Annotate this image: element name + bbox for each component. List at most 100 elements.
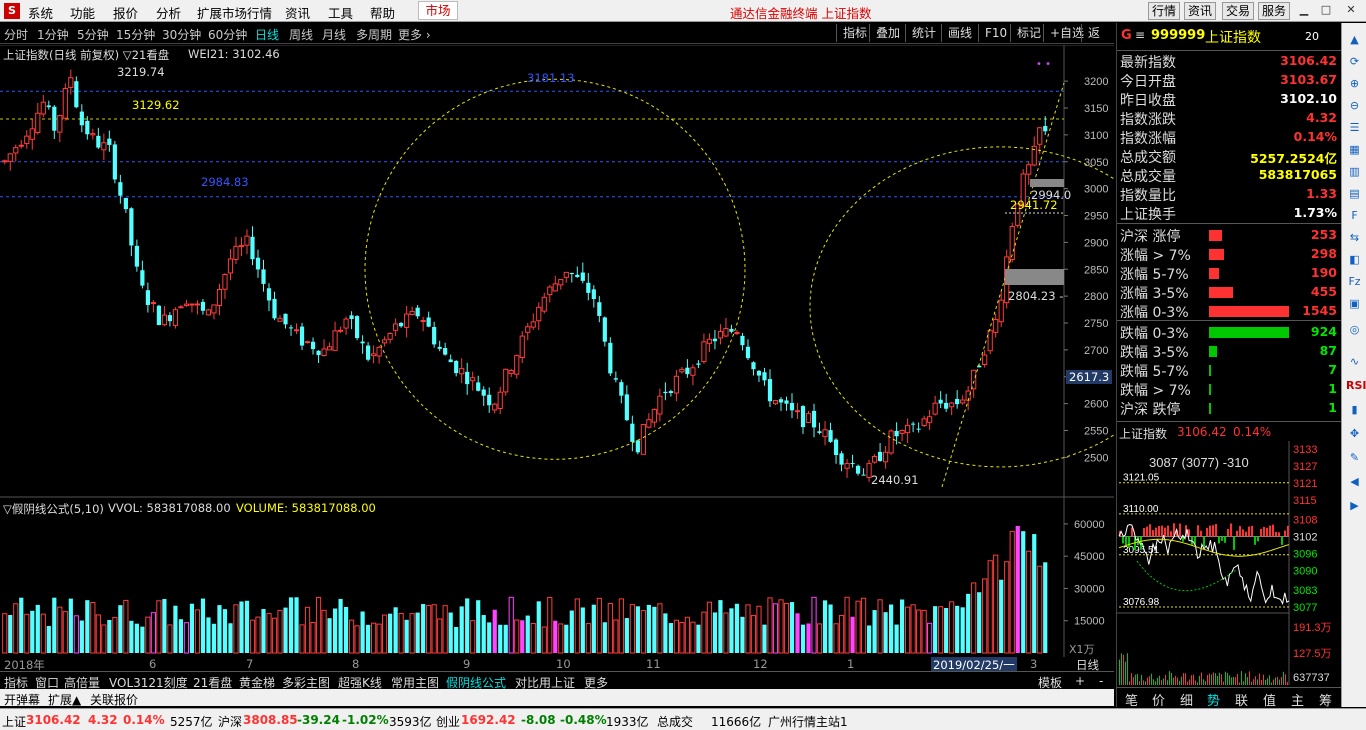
- grid-icon[interactable]: ▦: [1346, 141, 1363, 158]
- tab-chips[interactable]: 筹: [1319, 690, 1332, 709]
- service-mode-button[interactable]: 服务: [1258, 2, 1290, 20]
- g-icon: G: [1121, 28, 1132, 43]
- volume-bar: [916, 609, 922, 654]
- layout-icon[interactable]: ▣: [1346, 295, 1363, 312]
- volume-bar: [866, 625, 872, 653]
- arrow-right-icon[interactable]: ▶: [1346, 497, 1363, 514]
- mini-flow-bar: [1260, 528, 1262, 537]
- trade-mode-button[interactable]: 交易: [1222, 2, 1254, 20]
- arrow-up-icon[interactable]: ▲: [1346, 31, 1363, 48]
- tool-f10[interactable]: F10: [978, 24, 1013, 42]
- tab-trend[interactable]: 势: [1207, 690, 1220, 709]
- mini-flow-bar: [1284, 530, 1286, 537]
- period-weekly[interactable]: 周线: [289, 26, 313, 43]
- vol-icon[interactable]: ▮: [1346, 401, 1363, 418]
- period-monthly[interactable]: 月线: [322, 26, 346, 43]
- tab-linked[interactable]: 联: [1235, 690, 1248, 709]
- pencil-icon[interactable]: ✎: [1346, 449, 1363, 466]
- volume-bar: [800, 624, 806, 653]
- period-60min[interactable]: 60分钟: [208, 26, 247, 43]
- mini-intraday-chart[interactable]: 上证指数 3106.42 0.14% 3133 3127 3121 3115 3108 3…: [1117, 423, 1341, 685]
- tool-overlay[interactable]: 叠加: [869, 24, 906, 42]
- zoom-in-icon[interactable]: ⊕: [1346, 75, 1363, 92]
- danmaku-button[interactable]: 开弹幕: [4, 691, 40, 708]
- mini-flow-bar: [1266, 527, 1268, 537]
- candle-body: [244, 235, 250, 246]
- menu-analysis[interactable]: 分析: [156, 3, 181, 22]
- menu-news[interactable]: 资讯: [285, 3, 310, 22]
- tool-draw-line[interactable]: 画线: [941, 24, 978, 42]
- volume-bar: [723, 612, 729, 654]
- zoom-out-icon[interactable]: ⊖: [1346, 97, 1363, 114]
- volume-bar: [872, 610, 877, 653]
- menu-help[interactable]: 帮助: [370, 3, 395, 22]
- candle-body: [426, 317, 431, 327]
- menu-icon[interactable]: ≡: [1135, 28, 1145, 42]
- tool-mark[interactable]: 标记: [1010, 24, 1047, 42]
- expand-button[interactable]: 扩展▲: [48, 691, 81, 708]
- tool-back[interactable]: 返回: [1081, 24, 1114, 58]
- bar-chart-icon[interactable]: ▤: [1346, 185, 1363, 202]
- arrow-left-icon[interactable]: ◀: [1346, 473, 1363, 490]
- move-icon[interactable]: ✥: [1346, 425, 1363, 442]
- wave-icon[interactable]: ∿: [1346, 353, 1363, 370]
- volume-bar: [95, 614, 101, 654]
- refresh-icon[interactable]: ⟳: [1346, 53, 1363, 70]
- kline-chart[interactable]: 3200 3150 3100 3050 3000 2950 2900 2850 2800 2750…: [0, 45, 1114, 657]
- candle-body: [916, 428, 921, 430]
- close-icon[interactable]: ✕: [1343, 2, 1359, 18]
- search-icon[interactable]: ◎: [1346, 321, 1363, 338]
- candle-body: [944, 402, 949, 409]
- volume-bar: [569, 610, 574, 653]
- low-label: 2440.91: [871, 473, 919, 487]
- kline-icon[interactable]: ▥: [1346, 163, 1363, 180]
- market-button[interactable]: 市场: [418, 1, 458, 20]
- mini-vol-bar: [1183, 673, 1184, 685]
- menu-system[interactable]: 系统: [28, 3, 53, 22]
- period-intraday[interactable]: 分时: [4, 26, 28, 43]
- menu-extended-market[interactable]: 扩展市场行情: [197, 3, 272, 22]
- volume-bar: [404, 619, 409, 653]
- period-5min[interactable]: 5分钟: [77, 26, 109, 43]
- rsi-icon[interactable]: RSI: [1346, 377, 1366, 394]
- f10-icon[interactable]: F: [1346, 207, 1363, 224]
- menu-tools[interactable]: 工具: [328, 3, 353, 22]
- tool-statistics[interactable]: 统计: [905, 24, 942, 42]
- volume-bar: [860, 597, 867, 654]
- menu-function[interactable]: 功能: [70, 3, 95, 22]
- period-30min[interactable]: 30分钟: [162, 26, 201, 43]
- tab-ticks[interactable]: 笔: [1125, 690, 1138, 709]
- volume-indicator-name: ▽假阴线公式(5,10): [3, 502, 104, 516]
- maximize-icon[interactable]: □: [1318, 2, 1334, 18]
- news-mode-button[interactable]: 资讯: [1184, 2, 1216, 20]
- candle-body: [205, 309, 212, 316]
- volume-bar: [877, 599, 883, 654]
- tool-indicator[interactable]: 指标: [836, 24, 873, 42]
- candle-body: [630, 423, 635, 442]
- zoom-in-button[interactable]: +: [1075, 674, 1085, 688]
- sh-index-change: 4.32: [88, 713, 118, 727]
- quote-mode-button[interactable]: 行情: [1148, 2, 1180, 20]
- tab-price[interactable]: 价: [1152, 690, 1165, 709]
- mini-vol-bar: [1181, 676, 1182, 685]
- list-icon[interactable]: ☰: [1346, 119, 1363, 136]
- volume-bar: [233, 604, 239, 654]
- fiz-icon[interactable]: Fz: [1346, 273, 1363, 290]
- period-15min[interactable]: 15分钟: [116, 26, 155, 43]
- period-daily[interactable]: 日线: [255, 26, 279, 43]
- tab-detail[interactable]: 细: [1180, 690, 1193, 709]
- chart-type-icon[interactable]: ◧: [1346, 251, 1363, 268]
- volume-bar: [508, 596, 514, 654]
- menu-quote[interactable]: 报价: [113, 3, 138, 22]
- quote-row: 指数涨幅 0.14%: [1117, 128, 1341, 147]
- tab-value[interactable]: 值: [1263, 690, 1276, 709]
- period-more[interactable]: 更多 ›: [398, 26, 431, 43]
- compare-icon[interactable]: ⇆: [1346, 229, 1363, 246]
- server-name[interactable]: 广州行情主站1: [768, 713, 848, 730]
- tab-main[interactable]: 主: [1291, 690, 1304, 709]
- zoom-out-button[interactable]: -: [1099, 674, 1103, 688]
- related-quote-button[interactable]: 关联报价: [90, 691, 138, 708]
- period-1min[interactable]: 1分钟: [37, 26, 69, 43]
- period-multi[interactable]: 多周期: [356, 26, 392, 43]
- minimize-icon[interactable]: ▁: [1296, 2, 1312, 18]
